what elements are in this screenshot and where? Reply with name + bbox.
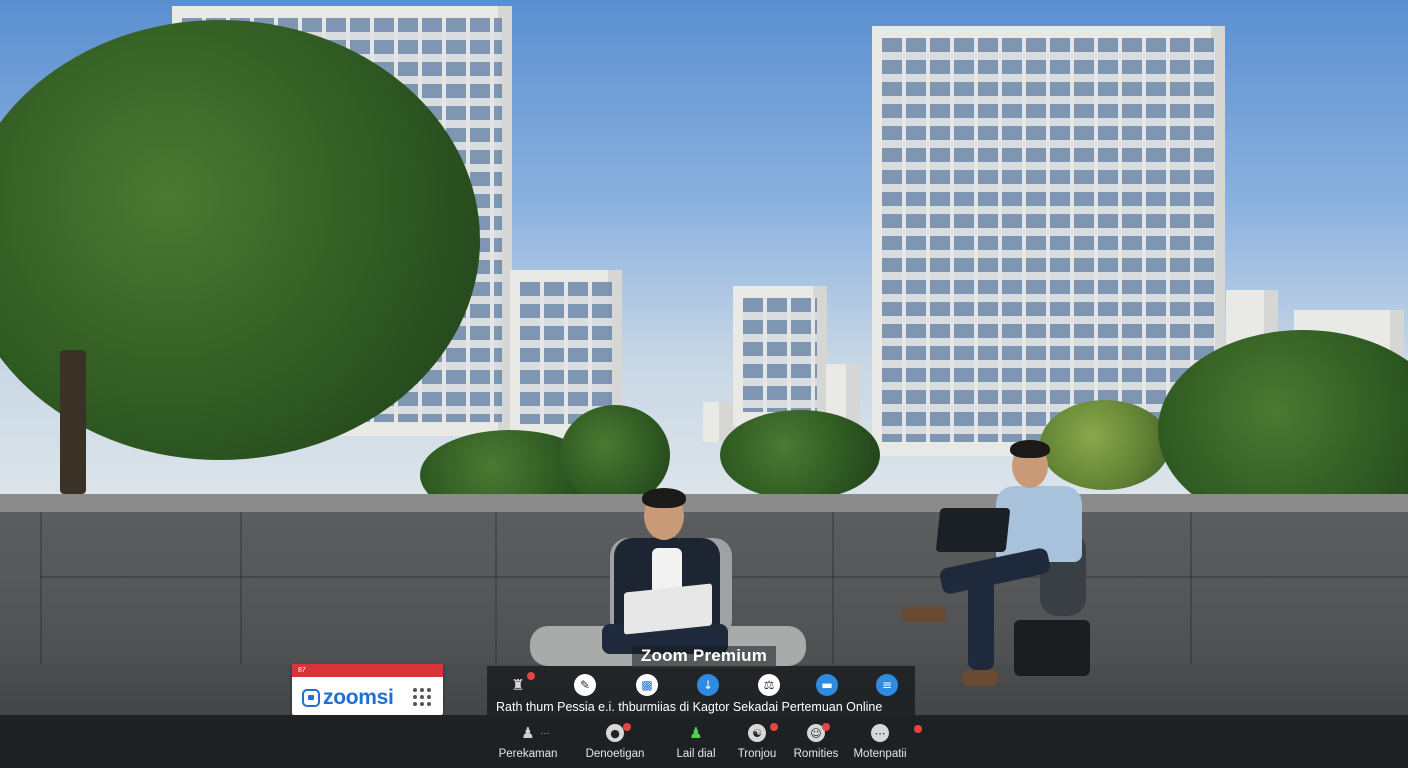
chat-icon: ▬: [816, 674, 838, 696]
toolbar-item-motenpatii[interactable]: ⋯ Motenpatii: [850, 715, 922, 768]
toolbar-item-label: Tronjou: [737, 748, 777, 760]
toolbar-item-label: Lail dial: [676, 748, 716, 760]
screen-share-icon: ▩: [636, 674, 658, 696]
more-icon: ⋯: [871, 724, 889, 742]
cart-icon: ☯: [748, 724, 766, 742]
logo-card-header: 87: [292, 664, 443, 677]
tree-left-trunk: [60, 350, 86, 494]
toolbar-item-label: Romities: [793, 748, 839, 760]
logo-text: zoomsi: [323, 686, 394, 709]
participants-icon: ♜: [511, 675, 525, 694]
toolbar-item-label: Motenpatii: [853, 748, 907, 760]
toolbar-item-romities[interactable]: ☺ Romities: [790, 715, 842, 768]
toolbar-caption: Rath thum Pessia e.i. thburmiias di Kagt…: [496, 700, 883, 714]
zoom-logo: zoomsi: [302, 686, 394, 710]
meeting-title: Zoom Premium: [632, 646, 776, 668]
menu-icon: ≡: [876, 674, 898, 696]
tree-center-right: [720, 410, 880, 500]
people-icon: ♟: [521, 723, 535, 742]
app-logo-card[interactable]: 87 zoomsi: [292, 664, 443, 715]
info-icon: ↓: [697, 674, 719, 696]
video-camera-icon: [302, 689, 320, 707]
building-mid: [733, 286, 827, 426]
meeting-toolbar-top: ♜ ✎ ▩ ↓ ⚖ ▬ ≡ Rath thum Pessia e.i. thbu…: [487, 666, 915, 715]
toolbar-item-tronjou[interactable]: ☯ Tronjou: [732, 715, 782, 768]
apps-grid-icon[interactable]: [413, 688, 431, 706]
toolbar-item-lail-dial[interactable]: ♟ Lail dial: [666, 715, 726, 768]
toolbar-item-perekaman[interactable]: ♟ … Perekaman: [492, 715, 564, 768]
bag: [1014, 620, 1090, 676]
terrace-wall-cap: [0, 494, 1408, 513]
toolbar-item-label: Perekaman: [498, 748, 558, 760]
recording-icon: ●: [606, 724, 624, 742]
toolbar-item-denoetigan[interactable]: ● Denoetigan: [581, 715, 649, 768]
meeting-toolbar-bottom: ♟ … Perekaman ● Denoetigan ♟ Lail dial ☯…: [0, 715, 1408, 768]
participants-green-icon: ♟: [689, 723, 703, 742]
edit-icon: ✎: [574, 674, 596, 696]
tree-right-small: [1040, 400, 1170, 490]
toolbar-item-label: Denoetigan: [585, 748, 645, 760]
laptop: [935, 508, 1011, 552]
balance-icon: ⚖: [758, 674, 780, 696]
